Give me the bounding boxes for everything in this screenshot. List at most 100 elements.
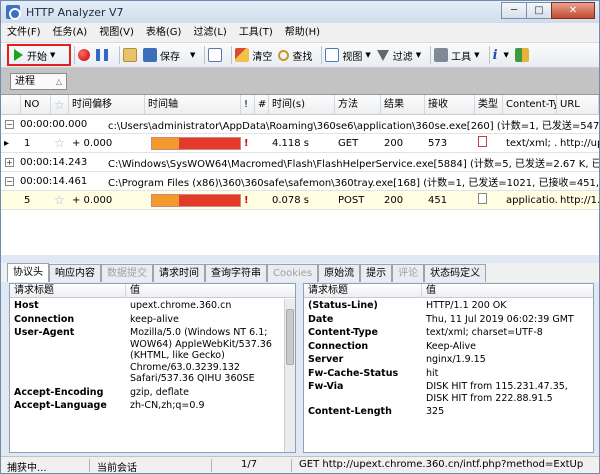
process-group-row[interactable]: − 00:00:14.461 C:\Program Files (x86)\36…	[1, 172, 599, 191]
expand-icon[interactable]: +	[5, 157, 14, 167]
tools-button[interactable]: 工具 ▼	[434, 48, 480, 63]
scrollbar-thumb[interactable]	[286, 309, 294, 365]
chevron-down-icon[interactable]: ▼	[474, 51, 479, 59]
header-timeline[interactable]: 时间轴	[145, 95, 241, 114]
session-row[interactable]: ▸ 1 ☆ + 0.000 ! 4.118 s GET 200 573 text…	[1, 134, 599, 153]
view-button[interactable]: 视图 ▼	[325, 48, 371, 63]
row-type	[475, 193, 503, 207]
header-result[interactable]: 结果	[381, 95, 425, 114]
menu-help[interactable]: 帮助(H)	[279, 23, 326, 42]
toolbar-separator	[231, 46, 233, 64]
process-group-row[interactable]: − 00:00:00.000 c:\Users\administrator\Ap…	[1, 115, 599, 134]
maximize-button[interactable]: □	[526, 2, 552, 19]
header-time[interactable]: 时间(s)	[269, 95, 335, 114]
copy-icon[interactable]	[123, 48, 137, 62]
header-expander	[1, 95, 21, 114]
tab-timing[interactable]: 请求时间	[153, 264, 205, 282]
tab-status-codes[interactable]: 状态码定义	[424, 264, 487, 282]
header-row: Accept-Language zh-CN,zh;q=0.9	[10, 400, 295, 412]
close-button[interactable]: ✕	[551, 2, 595, 19]
star-icon[interactable]: ☆	[54, 193, 65, 207]
view-label: 视图	[342, 51, 363, 63]
arrow-right-icon: ▸	[4, 137, 10, 149]
header-alert[interactable]: !	[241, 95, 255, 114]
status-separator	[291, 459, 292, 472]
tab-raw-stream[interactable]: 原始流	[318, 264, 361, 282]
chevron-down-icon[interactable]: ▼	[190, 51, 195, 59]
header-method[interactable]: 方法	[335, 95, 381, 114]
find-button[interactable]: 查找	[278, 48, 312, 63]
play-icon	[14, 49, 23, 61]
header-hash[interactable]: #	[255, 95, 269, 114]
row-star[interactable]: ☆	[51, 193, 69, 207]
request-col-value[interactable]: 值	[126, 284, 295, 297]
info-icon[interactable]: i	[493, 48, 498, 63]
collapse-icon[interactable]: −	[5, 176, 14, 186]
menu-grid[interactable]: 表格(G)	[140, 23, 188, 42]
clear-button[interactable]: 清空	[235, 48, 272, 63]
row-alert-icon: !	[244, 194, 249, 206]
row-result: 200	[384, 137, 404, 149]
row-no: 5	[24, 194, 31, 206]
page-indicator: 1/7	[241, 459, 258, 470]
header-received[interactable]: 接收	[425, 95, 475, 114]
row-offset: + 0.000	[72, 194, 113, 206]
tab-headers[interactable]: 协议头	[7, 263, 49, 282]
chevron-down-icon[interactable]: ▼	[365, 51, 370, 59]
header-key: Accept-Language	[14, 400, 107, 411]
header-time-offset[interactable]: 时间偏移	[69, 95, 145, 114]
tab-content[interactable]: 响应内容	[49, 264, 101, 282]
save-button[interactable]: 保存 ▼	[143, 48, 195, 63]
start-button[interactable]: 开始 ▼	[7, 44, 71, 66]
filter-button[interactable]: 过滤 ▼	[376, 48, 421, 63]
header-row: Server nginx/1.9.15	[304, 354, 593, 366]
tab-query-string[interactable]: 查询字符串	[205, 264, 267, 282]
header-content-type[interactable]: Content-Typ	[503, 95, 557, 114]
capture-status: 捕获中...	[7, 463, 47, 474]
group-by-process-chip[interactable]: 进程 △	[10, 73, 67, 90]
stop-icon[interactable]	[78, 49, 90, 61]
tab-notes[interactable]: 提示	[360, 264, 393, 282]
collapse-icon[interactable]: −	[5, 119, 14, 129]
chevron-down-icon[interactable]: ▼	[50, 51, 55, 59]
row-timeline	[145, 136, 241, 150]
tab-post-data[interactable]: 数据提交	[101, 264, 153, 282]
session-row-selected[interactable]: 5 ☆ + 0.000 ! 0.078 s POST 200 451 appli…	[1, 191, 599, 210]
row-star[interactable]: ☆	[51, 136, 69, 150]
menu-tools[interactable]: 工具(T)	[233, 23, 279, 42]
menu-file[interactable]: 文件(F)	[1, 23, 47, 42]
pause-icon[interactable]	[96, 49, 108, 61]
request-headers-pane[interactable]: 请求标题 值 Host upext.chrome.360.cn Connecti…	[9, 283, 296, 453]
row-content-type: text/xml; ...	[506, 137, 557, 149]
tab-cookies[interactable]: Cookies	[267, 264, 319, 282]
minimize-button[interactable]: ─	[501, 2, 527, 19]
application-window: HTTP Analyzer V7 ─ □ ✕ 文件(F) 任务(A) 视图(V)…	[0, 0, 600, 474]
header-url[interactable]: URL	[557, 95, 599, 114]
response-headers-pane[interactable]: 请求标题 值 (Status-Line) HTTP/1.1 200 OK Dat…	[303, 283, 594, 453]
response-col-name[interactable]: 请求标题	[304, 284, 422, 297]
response-col-value[interactable]: 值	[422, 284, 593, 297]
header-row: Accept-Encoding gzip, deflate	[10, 387, 295, 399]
chevron-down-icon[interactable]: ▼	[504, 51, 509, 59]
header-no[interactable]: NO	[21, 95, 51, 114]
menu-view[interactable]: 视图(V)	[93, 23, 140, 42]
timeline-wait-segment	[152, 194, 180, 206]
settings-icon[interactable]	[208, 48, 223, 62]
request-col-name[interactable]: 请求标题	[10, 284, 126, 297]
group-offset: 00:00:14.243	[20, 156, 88, 168]
header-key: Fw-Via	[308, 381, 344, 392]
toolbar-separator	[119, 46, 120, 64]
header-type[interactable]: 类型	[475, 95, 503, 114]
process-group-row[interactable]: + 00:00:14.243 C:\Windows\SysWOW64\Macro…	[1, 153, 599, 172]
star-icon[interactable]: ☆	[54, 136, 65, 150]
chevron-down-icon[interactable]: ▼	[416, 51, 421, 59]
book-icon[interactable]	[514, 48, 529, 62]
timeline-receive-segment	[179, 194, 240, 206]
vertical-scrollbar[interactable]	[284, 299, 295, 452]
menu-task[interactable]: 任务(A)	[47, 23, 94, 42]
tab-comments[interactable]: 评论	[392, 264, 425, 282]
title-bar[interactable]: HTTP Analyzer V7 ─ □ ✕	[1, 1, 599, 23]
row-offset: + 0.000	[72, 137, 113, 149]
menu-filter[interactable]: 过滤(L)	[187, 23, 232, 42]
status-bar: 捕获中... 当前会话 1/7 GET http://upext.chrome.…	[1, 456, 599, 474]
